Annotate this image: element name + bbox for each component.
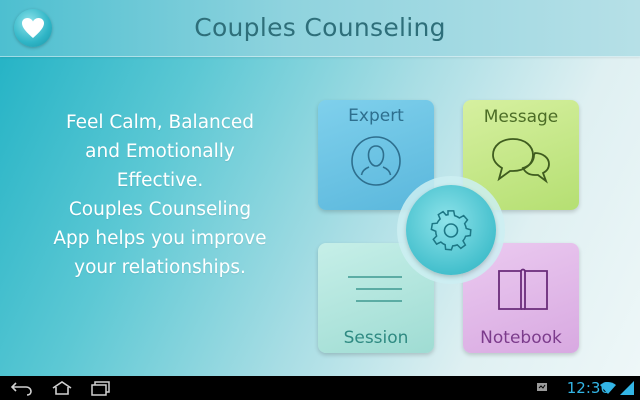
- intro-line: Couples Counseling: [68, 199, 252, 220]
- app-screen: Couples Counseling Feel Calm, Balanced a…: [0, 0, 640, 376]
- notebook-label: Notebook: [480, 328, 562, 348]
- intro-line: Effective.: [116, 170, 204, 191]
- system-navigation-bar: 12:36: [0, 376, 640, 400]
- intro-line: App helps you improve: [53, 228, 267, 249]
- gear-icon: [430, 210, 472, 251]
- signal-icon: [620, 381, 634, 395]
- back-icon[interactable]: [10, 380, 34, 396]
- book-icon: [498, 268, 548, 310]
- message-label: Message: [483, 107, 559, 127]
- lines-icon: [348, 276, 402, 302]
- app-header: Couples Counseling: [0, 0, 640, 57]
- intro-line: Feel Calm, Balanced: [65, 112, 255, 133]
- home-icon[interactable]: [50, 380, 74, 396]
- session-label: Session: [343, 328, 409, 348]
- wifi-icon: [600, 382, 616, 394]
- settings-button[interactable]: [406, 185, 496, 275]
- intro-line: your relationships.: [74, 257, 246, 278]
- chat-bubbles-icon: [492, 138, 550, 184]
- page-title: Couples Counseling: [194, 13, 446, 42]
- person-icon: [351, 136, 401, 186]
- notification-icon: [537, 383, 547, 391]
- intro-text: Feel Calm, Balanced and Emotionally Effe…: [20, 108, 300, 282]
- expert-label: Expert: [348, 106, 404, 126]
- recent-apps-icon[interactable]: [89, 380, 113, 396]
- intro-line: and Emotionally: [85, 141, 235, 162]
